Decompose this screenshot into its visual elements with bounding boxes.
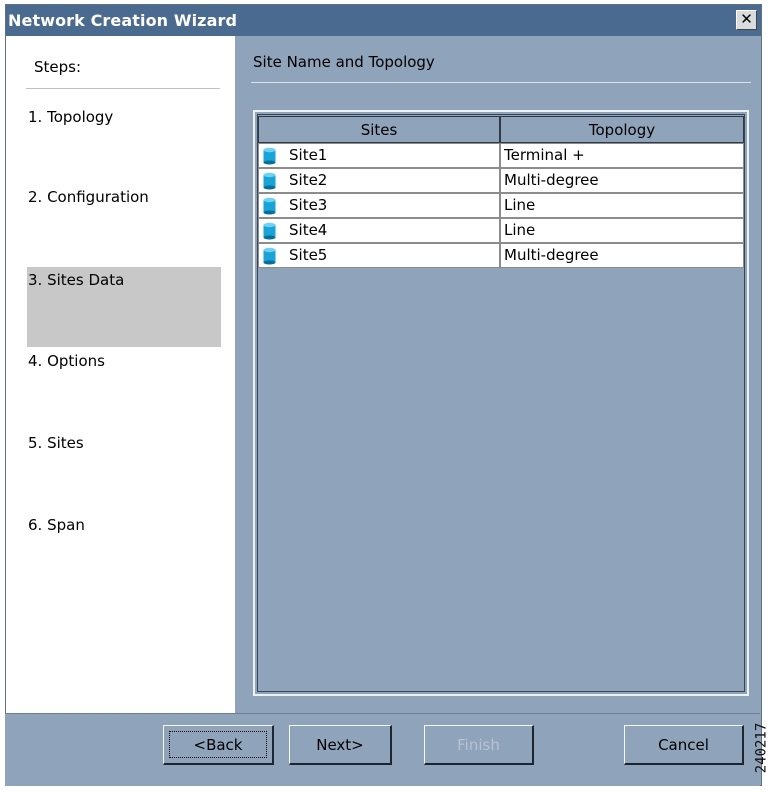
topology-cell[interactable]: Line [500,218,744,243]
site-node-icon [263,172,276,190]
close-button[interactable]: ✕ [736,10,757,30]
window-title: Network Creation Wizard [8,11,238,30]
cancel-button[interactable]: Cancel [624,725,744,765]
finish-button-label: Finish [457,736,500,754]
step-span[interactable]: 6. Span [28,516,85,534]
next-button-label: Next> [316,736,364,754]
site-node-icon [263,197,276,215]
site-node-icon [263,222,276,240]
content-header: Site Name and Topology [253,53,435,71]
column-header-sites[interactable]: Sites [258,116,500,143]
step-configuration[interactable]: 2. Configuration [28,188,149,206]
back-button[interactable]: <Back [163,725,274,765]
next-button[interactable]: Next> [289,725,392,765]
site-name: Site4 [289,221,328,239]
finish-button[interactable]: Finish [424,725,534,765]
site-name: Site1 [289,146,328,164]
topology-cell[interactable]: Terminal + [500,143,744,168]
figure-id-label: 240217 [753,714,782,784]
site-node-icon [263,247,276,265]
close-icon: ✕ [740,10,753,28]
cancel-button-label: Cancel [658,736,709,754]
column-header-topology[interactable]: Topology [500,116,744,143]
step-sites[interactable]: 5. Sites [28,434,84,452]
topology-cell[interactable]: Multi-degree [500,243,744,268]
site-cell[interactable]: Site5 [258,243,500,268]
step-options[interactable]: 4. Options [28,352,105,370]
site-name: Site2 [289,171,328,189]
site-node-icon [263,147,276,165]
content-divider [251,82,751,83]
site-cell[interactable]: Site3 [258,193,500,218]
table-row[interactable]: Site5 Multi-degree [258,243,744,268]
table-row[interactable]: Site3 Line [258,193,744,218]
site-name: Site3 [289,196,328,214]
site-cell[interactable]: Site4 [258,218,500,243]
step-sites-data[interactable]: 3. Sites Data [28,271,124,289]
steps-panel: Steps: 1. Topology 2. Configuration 3. S… [6,36,235,714]
focus-rect [169,731,267,758]
figure-id-text: 240217 [753,722,770,774]
site-cell[interactable]: Site2 [258,168,500,193]
topology-cell[interactable]: Multi-degree [500,168,744,193]
table-body: Sites Topology Site1 Terminal + Site2 Mu… [257,114,745,692]
sites-table: Sites Topology Site1 Terminal + Site2 Mu… [253,110,749,696]
table-row[interactable]: Site1 Terminal + [258,143,744,168]
steps-header: Steps: [34,58,82,76]
topology-cell[interactable]: Line [500,193,744,218]
site-name: Site5 [289,246,328,264]
steps-divider [26,88,220,89]
step-topology[interactable]: 1. Topology [28,108,113,126]
table-row[interactable]: Site4 Line [258,218,744,243]
table-row[interactable]: Site2 Multi-degree [258,168,744,193]
site-cell[interactable]: Site1 [258,143,500,168]
title-bar: Network Creation Wizard ✕ [6,5,761,36]
